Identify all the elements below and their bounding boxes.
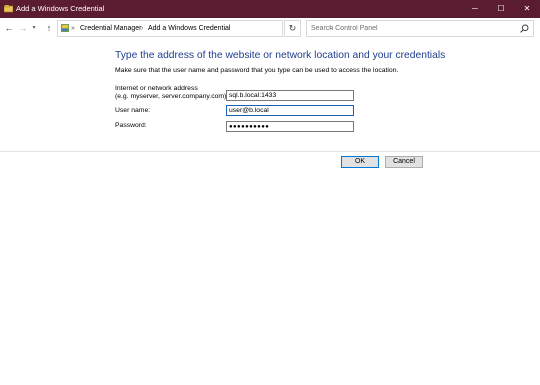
cancel-button[interactable]: Cancel	[385, 156, 423, 168]
up-button[interactable]: ↑	[42, 20, 56, 36]
control-panel-icon	[61, 24, 69, 32]
search-input[interactable]	[311, 23, 511, 34]
address-bar[interactable]: » Credential Manager › Add a Windows Cre…	[57, 20, 334, 37]
title-bar: Add a Windows Credential ─ ☐ ✕	[0, 0, 540, 18]
address-label-line1: Internet or network address	[115, 85, 198, 92]
username-label: User name:	[115, 107, 151, 114]
address-label-line2: (e.g. myserver, server.company.com):	[115, 93, 229, 100]
password-label: Password:	[115, 122, 147, 129]
window-title: Add a Windows Credential	[16, 4, 105, 13]
credential-manager-icon	[4, 5, 13, 13]
close-button[interactable]: ✕	[514, 0, 540, 18]
ok-button[interactable]: OK	[341, 156, 379, 168]
maximize-button[interactable]: ☐	[488, 0, 514, 18]
search-box[interactable]	[306, 20, 534, 37]
breadcrumb-separator[interactable]: ›	[141, 22, 143, 35]
page-heading: Type the address of the website or netwo…	[115, 50, 446, 61]
refresh-button[interactable]: ↻	[284, 20, 301, 37]
search-icon[interactable]	[520, 24, 529, 33]
back-button[interactable]: ←	[2, 20, 16, 36]
password-mask: ●●●●●●●●●●	[229, 124, 270, 130]
breadcrumb-credential-manager[interactable]: Credential Manager	[80, 22, 141, 35]
minimize-button[interactable]: ─	[462, 0, 488, 18]
navigation-bar: ← → ▾ ↑ » Credential Manager › Add a Win…	[0, 18, 540, 39]
network-address-field[interactable]	[226, 90, 354, 101]
username-field[interactable]	[226, 105, 354, 116]
breadcrumb-add-windows-credential[interactable]: Add a Windows Credential	[148, 22, 231, 35]
breadcrumb-overflow-icon[interactable]: »	[71, 22, 75, 35]
forward-button[interactable]: →	[16, 20, 30, 36]
page-instructions: Make sure that the user name and passwor…	[115, 67, 399, 74]
divider	[0, 151, 540, 152]
recent-locations-button[interactable]: ▾	[29, 20, 39, 36]
